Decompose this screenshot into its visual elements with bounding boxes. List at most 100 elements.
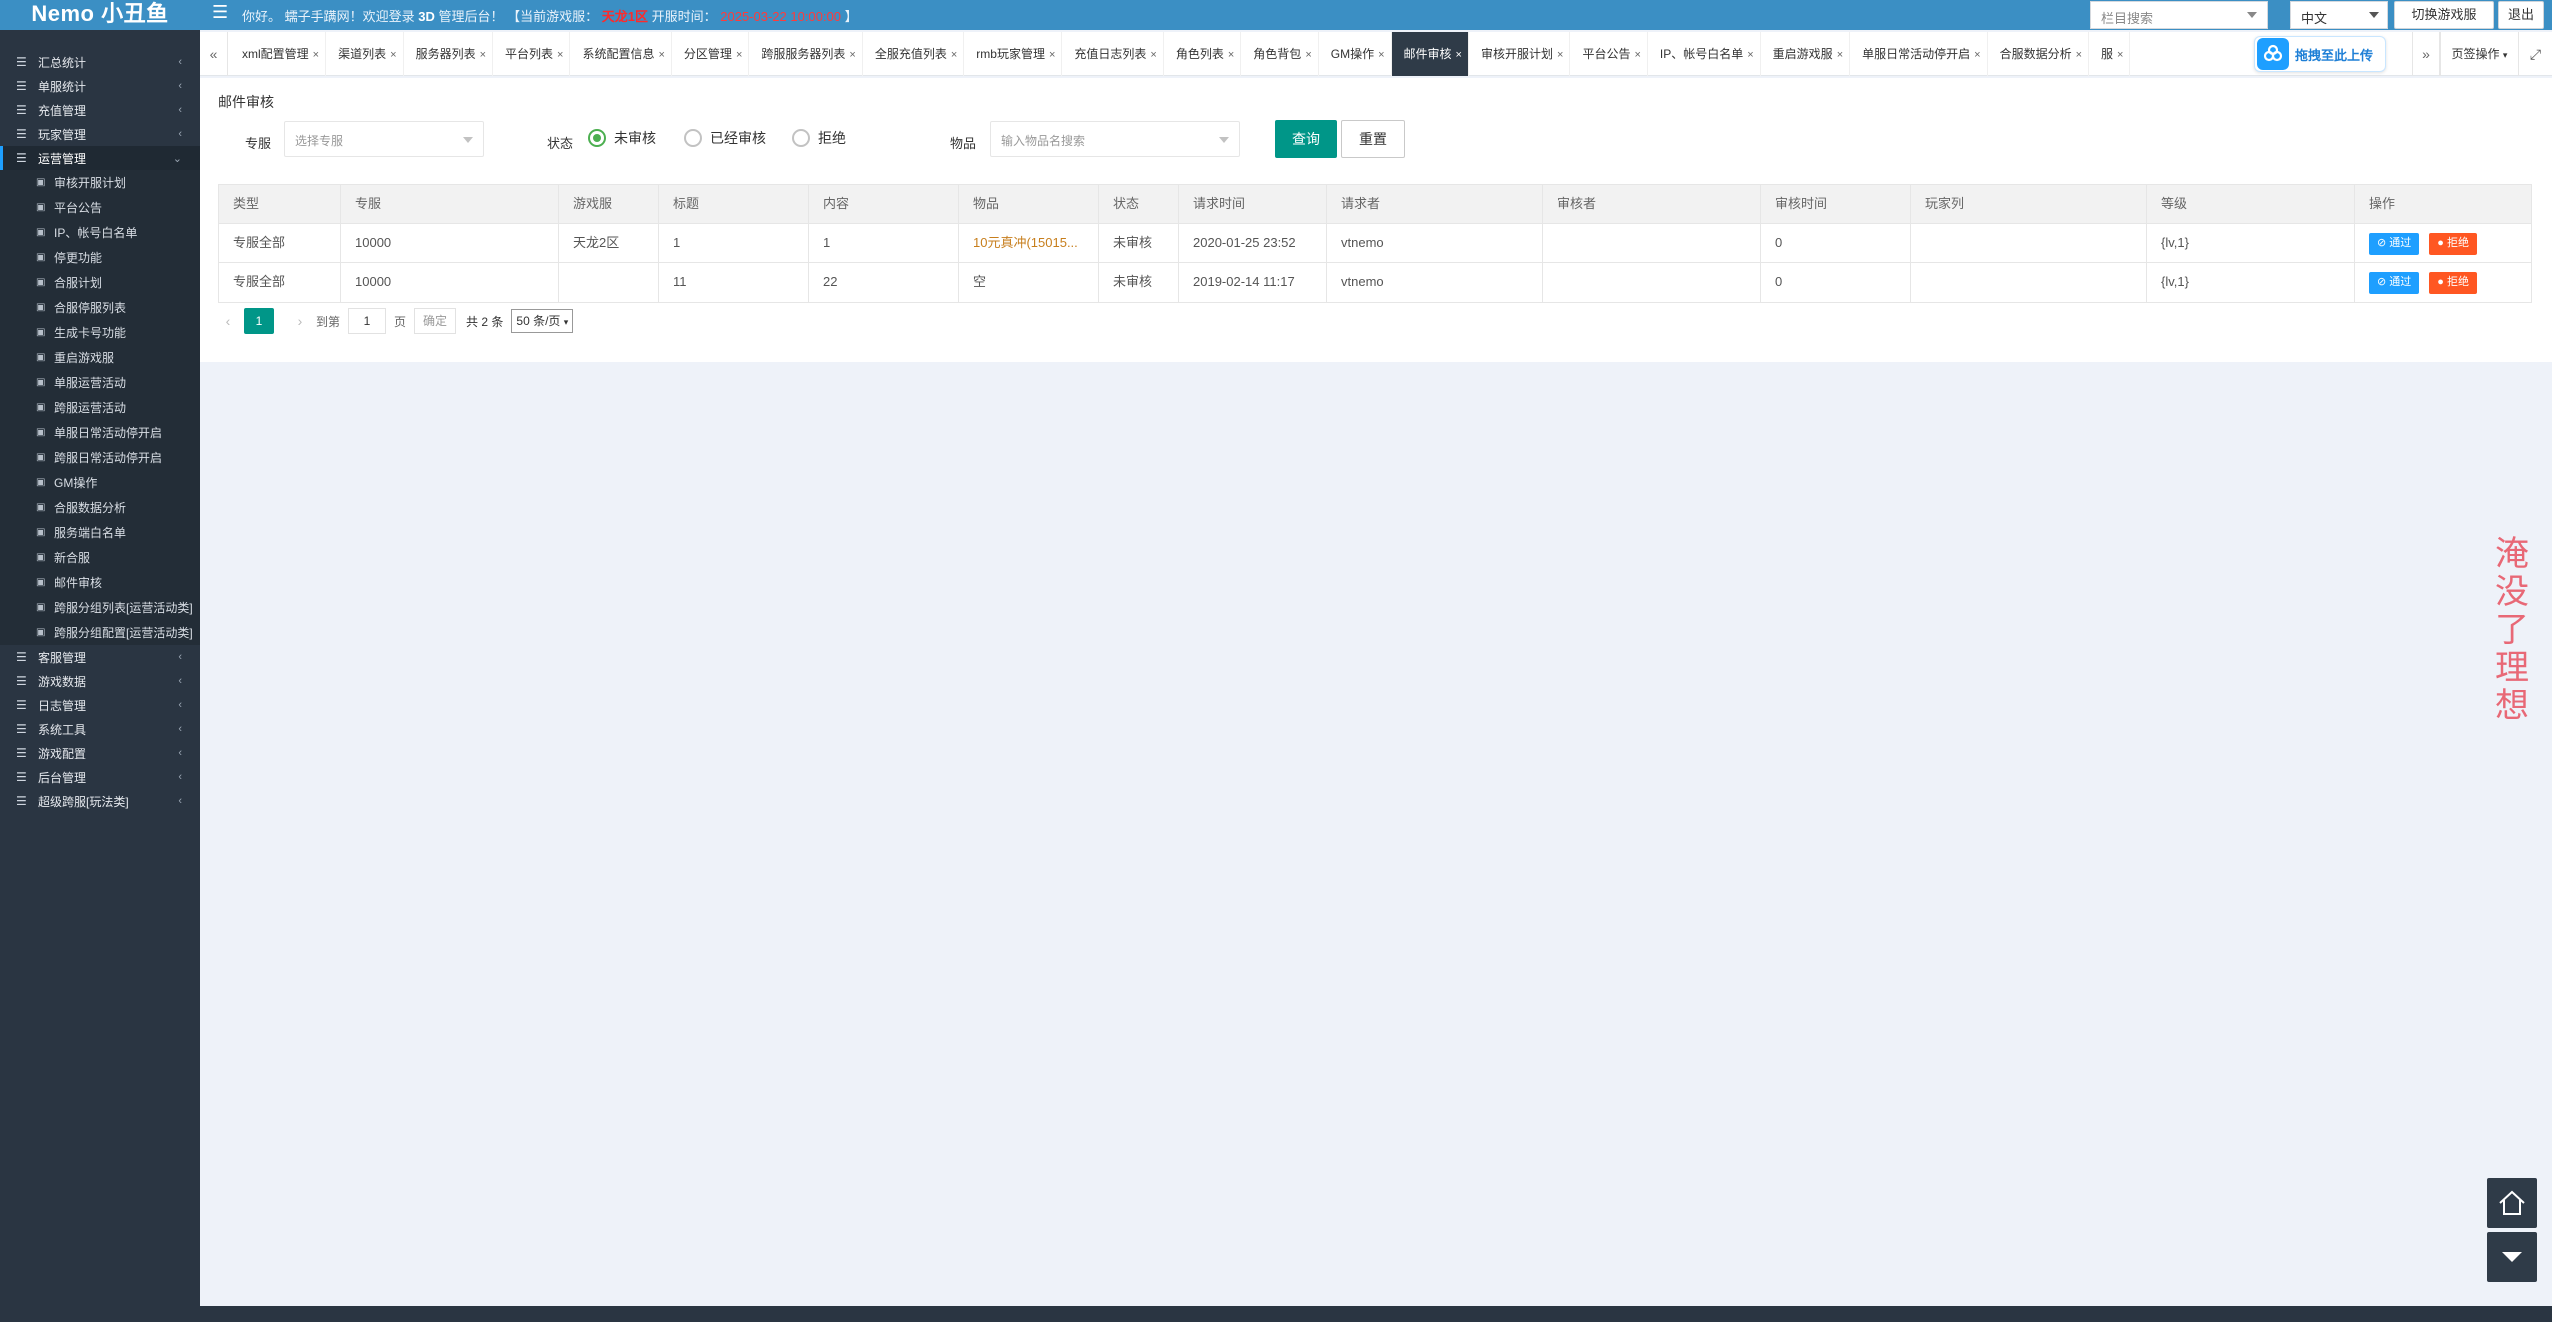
close-icon[interactable]: ×	[1747, 49, 1753, 61]
sidebar-sub-item[interactable]: ▣ 生成卡号功能	[0, 320, 200, 345]
sidebar-sub-item[interactable]: ▣ 单服日常活动停开启	[0, 420, 200, 445]
app-logo[interactable]: Nemo 小丑鱼	[0, 0, 200, 30]
tab-item[interactable]: 服 ×	[2089, 32, 2131, 76]
tab-item[interactable]: xml配置管理 ×	[230, 32, 327, 76]
tab-item[interactable]: 角色背包 ×	[1241, 32, 1319, 76]
tab-item[interactable]: 分区管理 ×	[672, 32, 750, 76]
column-search-select[interactable]: 栏目搜索	[2090, 1, 2268, 29]
close-icon[interactable]: ×	[1378, 49, 1384, 61]
query-button[interactable]: 查询	[1275, 120, 1337, 158]
close-icon[interactable]: ×	[1150, 49, 1156, 61]
tab-item[interactable]: rmb玩家管理 ×	[964, 32, 1063, 76]
switch-server-button[interactable]: 切换游戏服	[2394, 1, 2494, 29]
tab-operations-dropdown[interactable]: 页签操作 ▾	[2440, 32, 2518, 76]
approve-button[interactable]: ⊘ 通过	[2369, 271, 2420, 294]
close-icon[interactable]: ×	[1228, 49, 1234, 61]
sidebar-group[interactable]: ☰ 汇总统计 ‹	[0, 50, 200, 74]
tab-item[interactable]: 渠道列表 ×	[326, 32, 404, 76]
sidebar-sub-item[interactable]: ▣ 单服运营活动	[0, 370, 200, 395]
sidebar-sub-item[interactable]: ▣ 审核开服计划	[0, 170, 200, 195]
sidebar-sub-item[interactable]: ▣ 新合服	[0, 545, 200, 570]
tab-item[interactable]: 服务器列表 ×	[404, 32, 494, 76]
approve-button[interactable]: ⊘ 通过	[2369, 232, 2420, 255]
close-icon[interactable]: ×	[390, 49, 396, 61]
server-select[interactable]: 选择专服	[284, 121, 484, 157]
prev-page-icon[interactable]: ‹	[218, 313, 238, 329]
next-page-icon[interactable]: ›	[290, 313, 310, 329]
sidebar-group[interactable]: ☰ 后台管理 ‹	[0, 765, 200, 789]
table-row[interactable]: 专服全部 10000 天龙2区 1 1 10元真冲(15015... 未审核 2020-01-…	[219, 224, 2531, 263]
sidebar-sub-item[interactable]: ▣ 邮件审核	[0, 570, 200, 595]
sidebar-sub-item[interactable]: ▣ 跨服分组配置[运营活动类]	[0, 620, 200, 645]
close-icon[interactable]: ×	[557, 49, 563, 61]
sidebar-sub-item[interactable]: ▣ 跨服运营活动	[0, 395, 200, 420]
sidebar-sub-item[interactable]: ▣ 停更功能	[0, 245, 200, 270]
close-icon[interactable]: ×	[480, 49, 486, 61]
item-search-select[interactable]: 输入物品名搜索	[990, 121, 1240, 157]
sidebar-sub-item[interactable]: ▣ 跨服日常活动停开启	[0, 445, 200, 470]
goto-page-input[interactable]: 1	[348, 308, 387, 334]
sidebar-sub-item[interactable]: ▣ 合服停服列表	[0, 295, 200, 320]
sidebar-group[interactable]: ☰ 单服统计 ‹	[0, 74, 200, 98]
close-icon[interactable]: ×	[849, 49, 855, 61]
sidebar-group[interactable]: ☰ 日志管理 ‹	[0, 693, 200, 717]
goto-confirm-button[interactable]: 确定	[414, 308, 457, 334]
tab-item[interactable]: 充值日志列表 ×	[1062, 32, 1164, 76]
sidebar-group[interactable]: ☰ 玩家管理 ‹	[0, 122, 200, 146]
status-radio-reviewed[interactable]: 已经审核	[684, 128, 766, 148]
sidebar-group[interactable]: ☰ 游戏配置 ‹	[0, 741, 200, 765]
sidebar-group[interactable]: ☰ 充值管理 ‹	[0, 98, 200, 122]
reject-button[interactable]: ● 拒绝	[2429, 271, 2477, 294]
close-icon[interactable]: ×	[1456, 49, 1462, 61]
tabs-scroll-right-icon[interactable]: »	[2412, 32, 2440, 76]
sidebar-sub-item[interactable]: ▣ 平台公告	[0, 195, 200, 220]
close-icon[interactable]: ×	[951, 49, 957, 61]
close-icon[interactable]: ×	[2117, 49, 2123, 61]
sidebar-group[interactable]: ☰ 系统工具 ‹	[0, 717, 200, 741]
tab-item[interactable]: 重启游戏服 ×	[1761, 32, 1851, 76]
sidebar-sub-item[interactable]: ▣ GM操作	[0, 470, 200, 495]
close-icon[interactable]: ×	[1049, 49, 1055, 61]
close-icon[interactable]: ×	[1634, 49, 1640, 61]
tab-item[interactable]: 审核开服计划 ×	[1469, 32, 1571, 76]
tab-item[interactable]: 平台公告 ×	[1570, 32, 1648, 76]
table-row[interactable]: 专服全部 10000 11 22 空 未审核 2019-02-14 11:17 vtnemo 0…	[219, 263, 2531, 302]
page-size-select[interactable]: 50 条/页 ▾	[511, 309, 574, 333]
sidebar-sub-item[interactable]: ▣ 合服数据分析	[0, 495, 200, 520]
reset-button[interactable]: 重置	[1341, 120, 1405, 158]
tab-item[interactable]: 平台列表 ×	[493, 32, 571, 76]
close-icon[interactable]: ×	[658, 49, 664, 61]
tab-item[interactable]: IP、帐号白名单 ×	[1648, 32, 1761, 76]
close-icon[interactable]: ×	[2076, 49, 2082, 61]
sidebar-sub-item[interactable]: ▣ IP、帐号白名单	[0, 220, 200, 245]
sidebar-sub-item[interactable]: ▣ 服务端白名单	[0, 520, 200, 545]
tabs-scroll-left-icon[interactable]: «	[200, 32, 228, 76]
close-icon[interactable]: ×	[736, 49, 742, 61]
close-icon[interactable]: ×	[313, 49, 319, 61]
sidebar-sub-item[interactable]: ▣ 重启游戏服	[0, 345, 200, 370]
sidebar-sub-item[interactable]: ▣ 跨服分组列表[运营活动类]	[0, 595, 200, 620]
drag-upload-widget[interactable]: 拖拽至此上传	[2254, 36, 2386, 72]
sidebar-group[interactable]: ☰ 游戏数据 ‹	[0, 669, 200, 693]
language-select[interactable]: 中文	[2290, 1, 2388, 29]
tab-item[interactable]: 合服数据分析 ×	[1988, 32, 2090, 76]
tab-item[interactable]: 邮件审核 ×	[1391, 32, 1469, 76]
page-number-current[interactable]: 1	[244, 308, 274, 334]
sidebar-group[interactable]: ☰ 运营管理 ⌄	[0, 146, 200, 170]
reject-button[interactable]: ● 拒绝	[2429, 232, 2477, 255]
sidebar-sub-item[interactable]: ▣ 合服计划	[0, 270, 200, 295]
close-icon[interactable]: ×	[1974, 49, 1980, 61]
status-radio-rejected[interactable]: 拒绝	[792, 128, 846, 148]
home-button[interactable]	[2487, 1178, 2537, 1228]
fullscreen-icon[interactable]: ⤢	[2518, 32, 2552, 76]
tab-item[interactable]: 单服日常活动停开启 ×	[1850, 32, 1988, 76]
status-radio-unreviewed[interactable]: 未审核	[588, 128, 656, 148]
sidebar-group[interactable]: ☰ 客服管理 ‹	[0, 645, 200, 669]
menu-toggle-icon[interactable]: ☰	[212, 2, 228, 23]
logout-button[interactable]: 退出	[2498, 1, 2544, 29]
tab-item[interactable]: 角色列表 ×	[1164, 32, 1242, 76]
close-icon[interactable]: ×	[1557, 49, 1563, 61]
tab-item[interactable]: GM操作 ×	[1319, 32, 1392, 76]
tab-item[interactable]: 跨服服务器列表 ×	[749, 32, 863, 76]
sidebar-group[interactable]: ☰ 超级跨服[玩法类] ‹	[0, 789, 200, 813]
